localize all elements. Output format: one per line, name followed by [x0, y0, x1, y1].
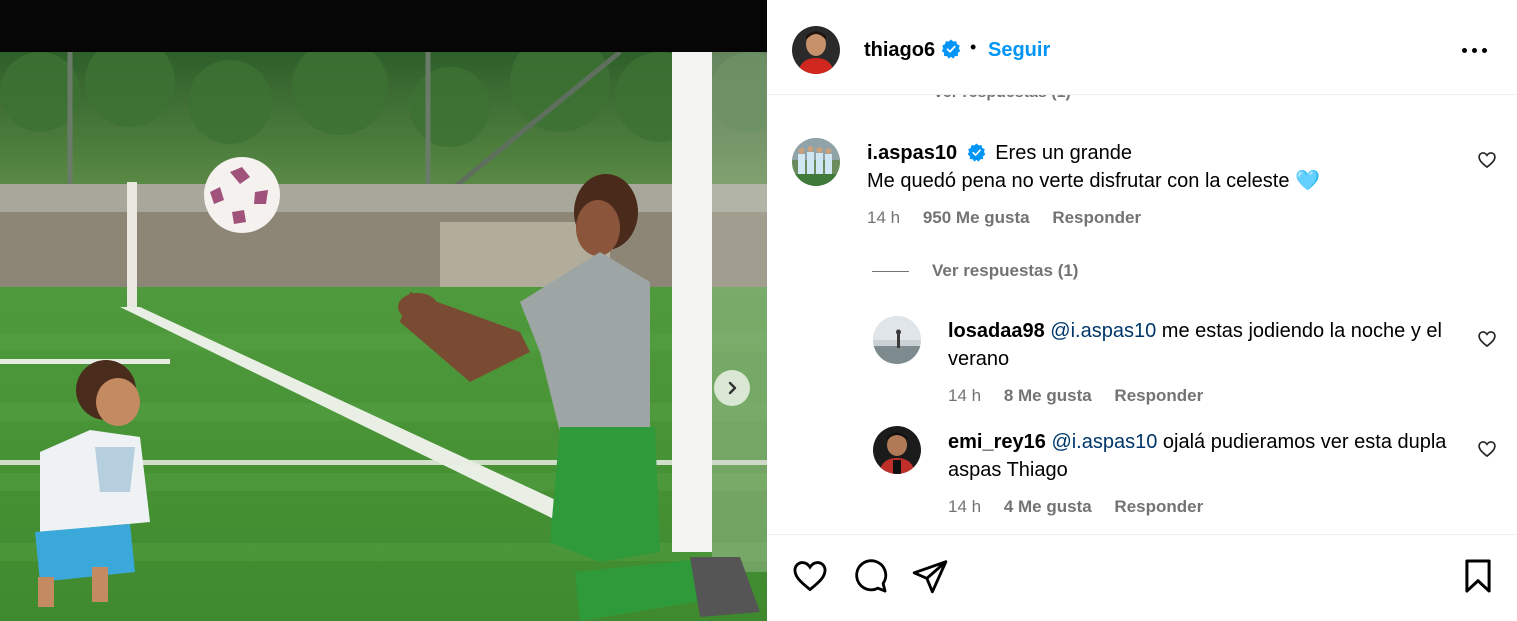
- reply-username[interactable]: losadaa98: [948, 320, 1045, 342]
- post-side-panel: thiago6 • Seguir Ver respuestas (1): [767, 0, 1517, 621]
- reply-like-heart-icon[interactable]: [1477, 439, 1497, 459]
- comment-text-line1: Eres un grande: [995, 142, 1132, 164]
- comment-likes-count[interactable]: 950 Me gusta: [923, 208, 1030, 227]
- reply-likes-count[interactable]: 4 Me gusta: [1004, 497, 1092, 516]
- reply-reply-button[interactable]: Responder: [1114, 386, 1203, 405]
- comment-text: i.aspas10 Eres un grande Me quedó pena n…: [867, 139, 1457, 195]
- follow-button[interactable]: Seguir: [988, 39, 1050, 62]
- verified-badge-icon: [967, 143, 985, 162]
- comment-like-heart-icon[interactable]: [1477, 150, 1497, 170]
- reply-text: emi_rey16 @i.aspas10 ojalá pudieramos ve…: [948, 428, 1468, 484]
- reply-reply-button[interactable]: Responder: [1114, 497, 1203, 516]
- reply-avatar-image: [873, 316, 921, 364]
- commenter-avatar[interactable]: [792, 138, 840, 186]
- author-username[interactable]: thiago6: [864, 39, 935, 62]
- reply-avatar-image: [873, 426, 921, 474]
- view-replies-link[interactable]: Ver respuestas (1): [872, 261, 1078, 281]
- reply-like-heart-icon[interactable]: [1477, 329, 1497, 349]
- reply-meta: 14 h 8 Me gusta Responder: [948, 386, 1221, 406]
- comment-text-line2: Me quedó pena no verte disfrutar con la …: [867, 170, 1320, 192]
- post-actions-bar: [767, 534, 1517, 621]
- bookmark-icon[interactable]: [1459, 557, 1497, 595]
- comment-meta: 14 h 950 Me gusta Responder: [867, 208, 1159, 228]
- reply-mention[interactable]: @i.aspas10: [1051, 431, 1157, 453]
- commenter-avatar-image: [792, 138, 840, 186]
- chevron-right-icon: [728, 381, 737, 395]
- comment-reply-button[interactable]: Responder: [1052, 208, 1141, 227]
- replies-divider-line: [872, 270, 909, 272]
- comments-list[interactable]: Ver respuestas (1) i.aspas10 Eres un gr: [767, 80, 1517, 534]
- post-photo: [0, 52, 767, 621]
- reply-text: losadaa98 @i.aspas10 me estas jodiendo l…: [948, 317, 1468, 373]
- reply-likes-count[interactable]: 8 Me gusta: [1004, 386, 1092, 405]
- paper-plane-icon[interactable]: [911, 557, 949, 595]
- reply-username[interactable]: emi_rey16: [948, 431, 1046, 453]
- comment-time: 14 h: [867, 208, 901, 227]
- heart-icon[interactable]: [791, 557, 829, 595]
- commenter-username[interactable]: i.aspas10: [867, 142, 957, 164]
- post-header: thiago6 • Seguir: [767, 6, 1517, 95]
- verified-badge-icon: [941, 39, 961, 59]
- next-photo-button[interactable]: [714, 370, 750, 406]
- post-media: [0, 0, 767, 621]
- media-top-bar: [0, 0, 767, 52]
- reply-time: 14 h: [948, 497, 982, 516]
- reply-avatar[interactable]: [873, 316, 921, 364]
- comment-bubble-icon[interactable]: [851, 557, 889, 595]
- author-avatar-image: [792, 26, 840, 74]
- header-separator: •: [970, 37, 977, 57]
- reply-time: 14 h: [948, 386, 982, 405]
- reply-meta: 14 h 4 Me gusta Responder: [948, 497, 1221, 517]
- view-replies-label: Ver respuestas (1): [932, 261, 1079, 280]
- reply-mention[interactable]: @i.aspas10: [1050, 320, 1156, 342]
- reply-avatar[interactable]: [873, 426, 921, 474]
- author-avatar[interactable]: [792, 26, 840, 74]
- more-options-icon[interactable]: [1462, 46, 1488, 56]
